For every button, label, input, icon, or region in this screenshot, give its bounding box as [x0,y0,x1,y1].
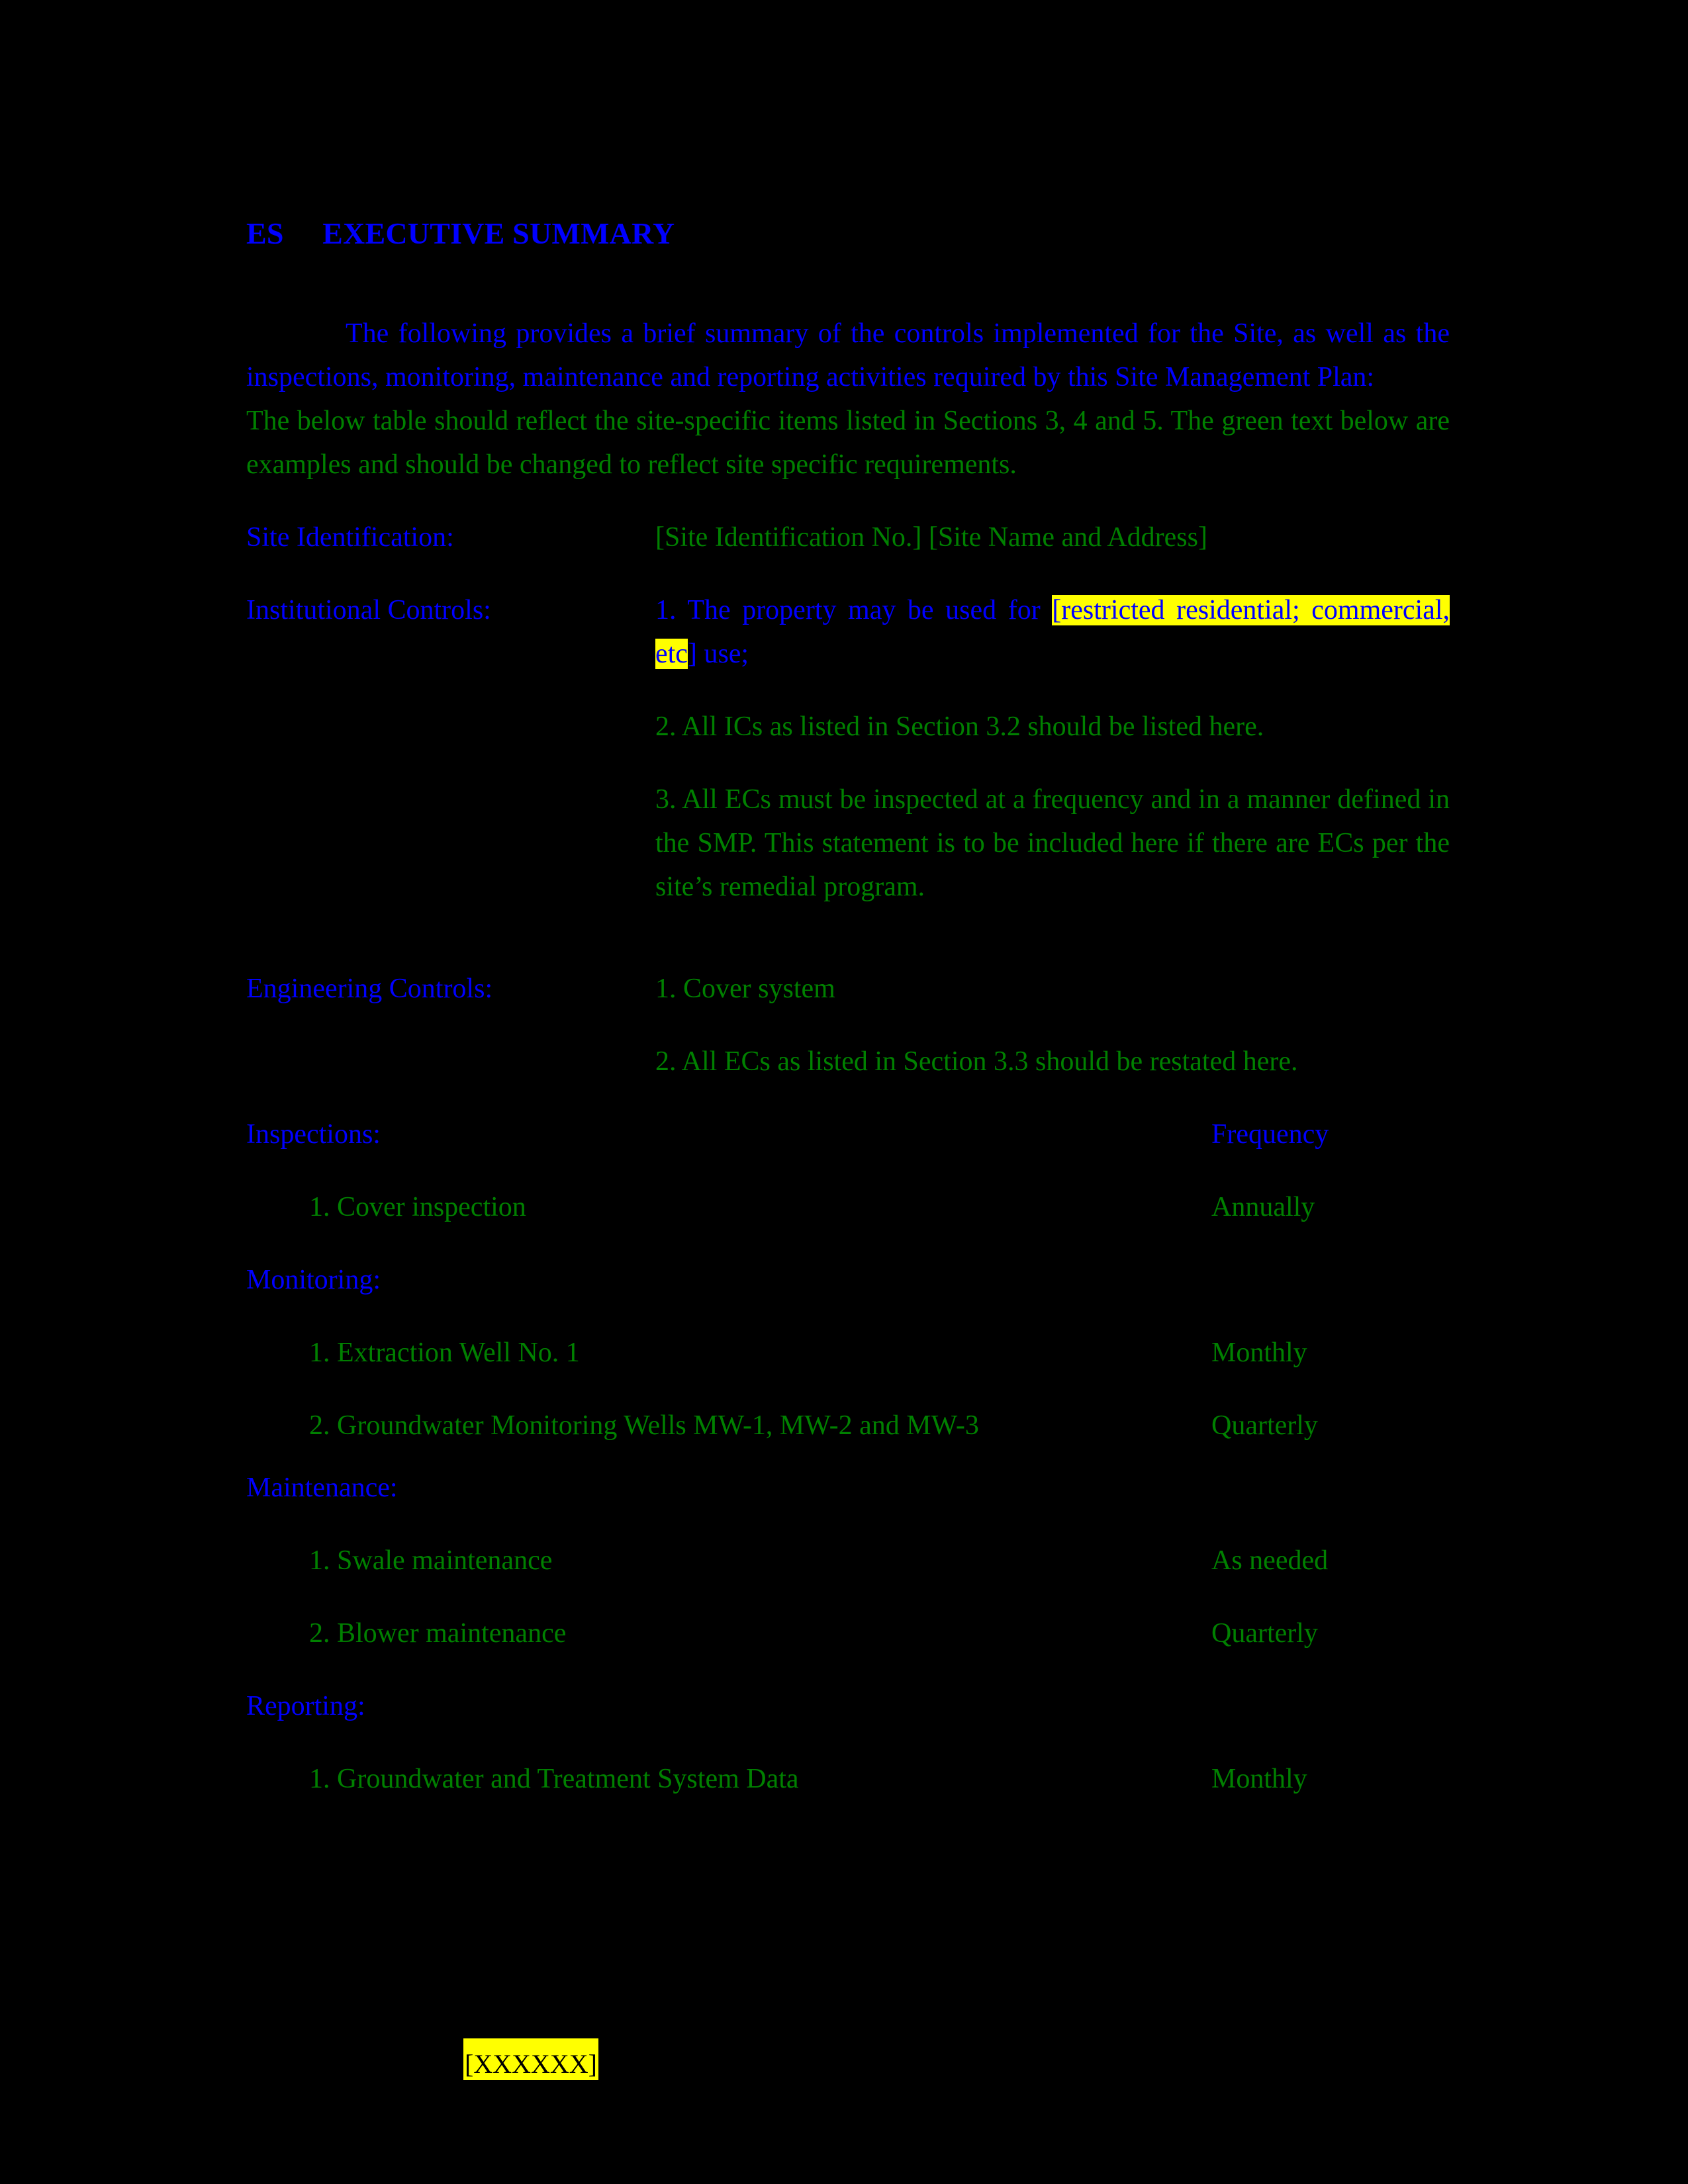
reporting-item-1-frequency: Monthly [1211,1764,1307,1794]
reporting-section-header: Reporting: [246,1684,1450,1728]
list-item: 1. Cover inspection Annually [309,1185,1450,1229]
list-item: 1. Extraction Well No. 1 Monthly [309,1331,1450,1375]
engineering-controls-item-2: 2. All ECs as listed in Section 3.3 shou… [655,1046,1298,1077]
maintenance-item-2-text: 2. Blower maintenance [309,1618,567,1649]
inspections-section-header: Inspections: Frequency [246,1113,1450,1156]
page-title-tab-gap [284,216,323,250]
inspections-item-1-frequency: Annually [1211,1192,1315,1222]
maintenance-label: Maintenance: [246,1473,398,1503]
document-page: ES EXECUTIVE SUMMARY The following provi… [0,0,1688,2184]
institutional-controls-item-3: 3. All ECs must be inspected at a freque… [655,784,1450,902]
frequency-column-header: Frequency [1211,1119,1329,1150]
page-title: ES EXECUTIVE SUMMARY [246,218,1450,249]
reporting-item-1-text: 1. Groundwater and Treatment System Data [309,1764,799,1794]
document-body: ES EXECUTIVE SUMMARY The following provi… [246,218,1450,1801]
site-identification-value: [Site Identification No.] [Site Name and… [655,522,1207,553]
row-engineering-controls: Engineering Controls: 1. Cover system [246,967,1450,1011]
list-item: 1. Groundwater and Treatment System Data… [309,1757,1450,1801]
monitoring-item-1-frequency: Monthly [1211,1338,1307,1368]
footer-placeholder-tag: [XXXXXX] [463,2038,598,2080]
intro-blue-paragraph: The following provides a brief summary o… [246,318,1450,392]
list-item: 2. Groundwater Monitoring Wells MW-1, MW… [309,1404,1450,1447]
monitoring-section-header: Monitoring: [246,1258,1450,1302]
monitoring-label: Monitoring: [246,1265,381,1295]
institutional-controls-item-1: 1. The property may be used for [restric… [655,588,1450,676]
reporting-label: Reporting: [246,1691,365,1721]
footer: [XXXXXX] [463,2038,598,2083]
engineering-controls-label: Engineering Controls: [246,974,493,1004]
ic-item1-suffix: ] use; [687,639,749,669]
maintenance-item-1-text: 1. Swale maintenance [309,1545,553,1576]
monitoring-item-2-frequency: Quarterly [1211,1410,1318,1441]
row-site-identification: Site Identification: [Site Identificatio… [246,516,1450,559]
page-title-number: ES [246,216,284,250]
list-item: 2. Blower maintenance Quarterly [309,1612,1450,1655]
monitoring-item-2-text: 2. Groundwater Monitoring Wells MW-1, MW… [309,1410,979,1441]
maintenance-item-2-frequency: Quarterly [1211,1618,1318,1649]
engineering-controls-item-1: 1. Cover system [655,974,835,1004]
ic-item1-prefix: 1. The property may be used for [655,595,1053,625]
maintenance-section-header: Maintenance: [246,1466,1450,1510]
site-identification-label: Site Identification: [246,522,454,553]
inspections-label: Inspections: [246,1119,381,1150]
maintenance-item-1-frequency: As needed [1211,1545,1329,1576]
row-institutional-controls: Institutional Controls: 1. The property … [246,588,1450,676]
monitoring-item-1-text: 1. Extraction Well No. 1 [309,1338,580,1368]
page-title-text: EXECUTIVE SUMMARY [322,216,675,250]
institutional-controls-label: Institutional Controls: [246,595,491,625]
list-item: 1. Swale maintenance As needed [309,1539,1450,1582]
institutional-controls-item-2: 2. All ICs as listed in Section 3.2 shou… [655,711,1264,742]
intro-green-paragraph: The below table should reflect the site-… [246,406,1450,480]
inspections-item-1-text: 1. Cover inspection [309,1192,526,1222]
